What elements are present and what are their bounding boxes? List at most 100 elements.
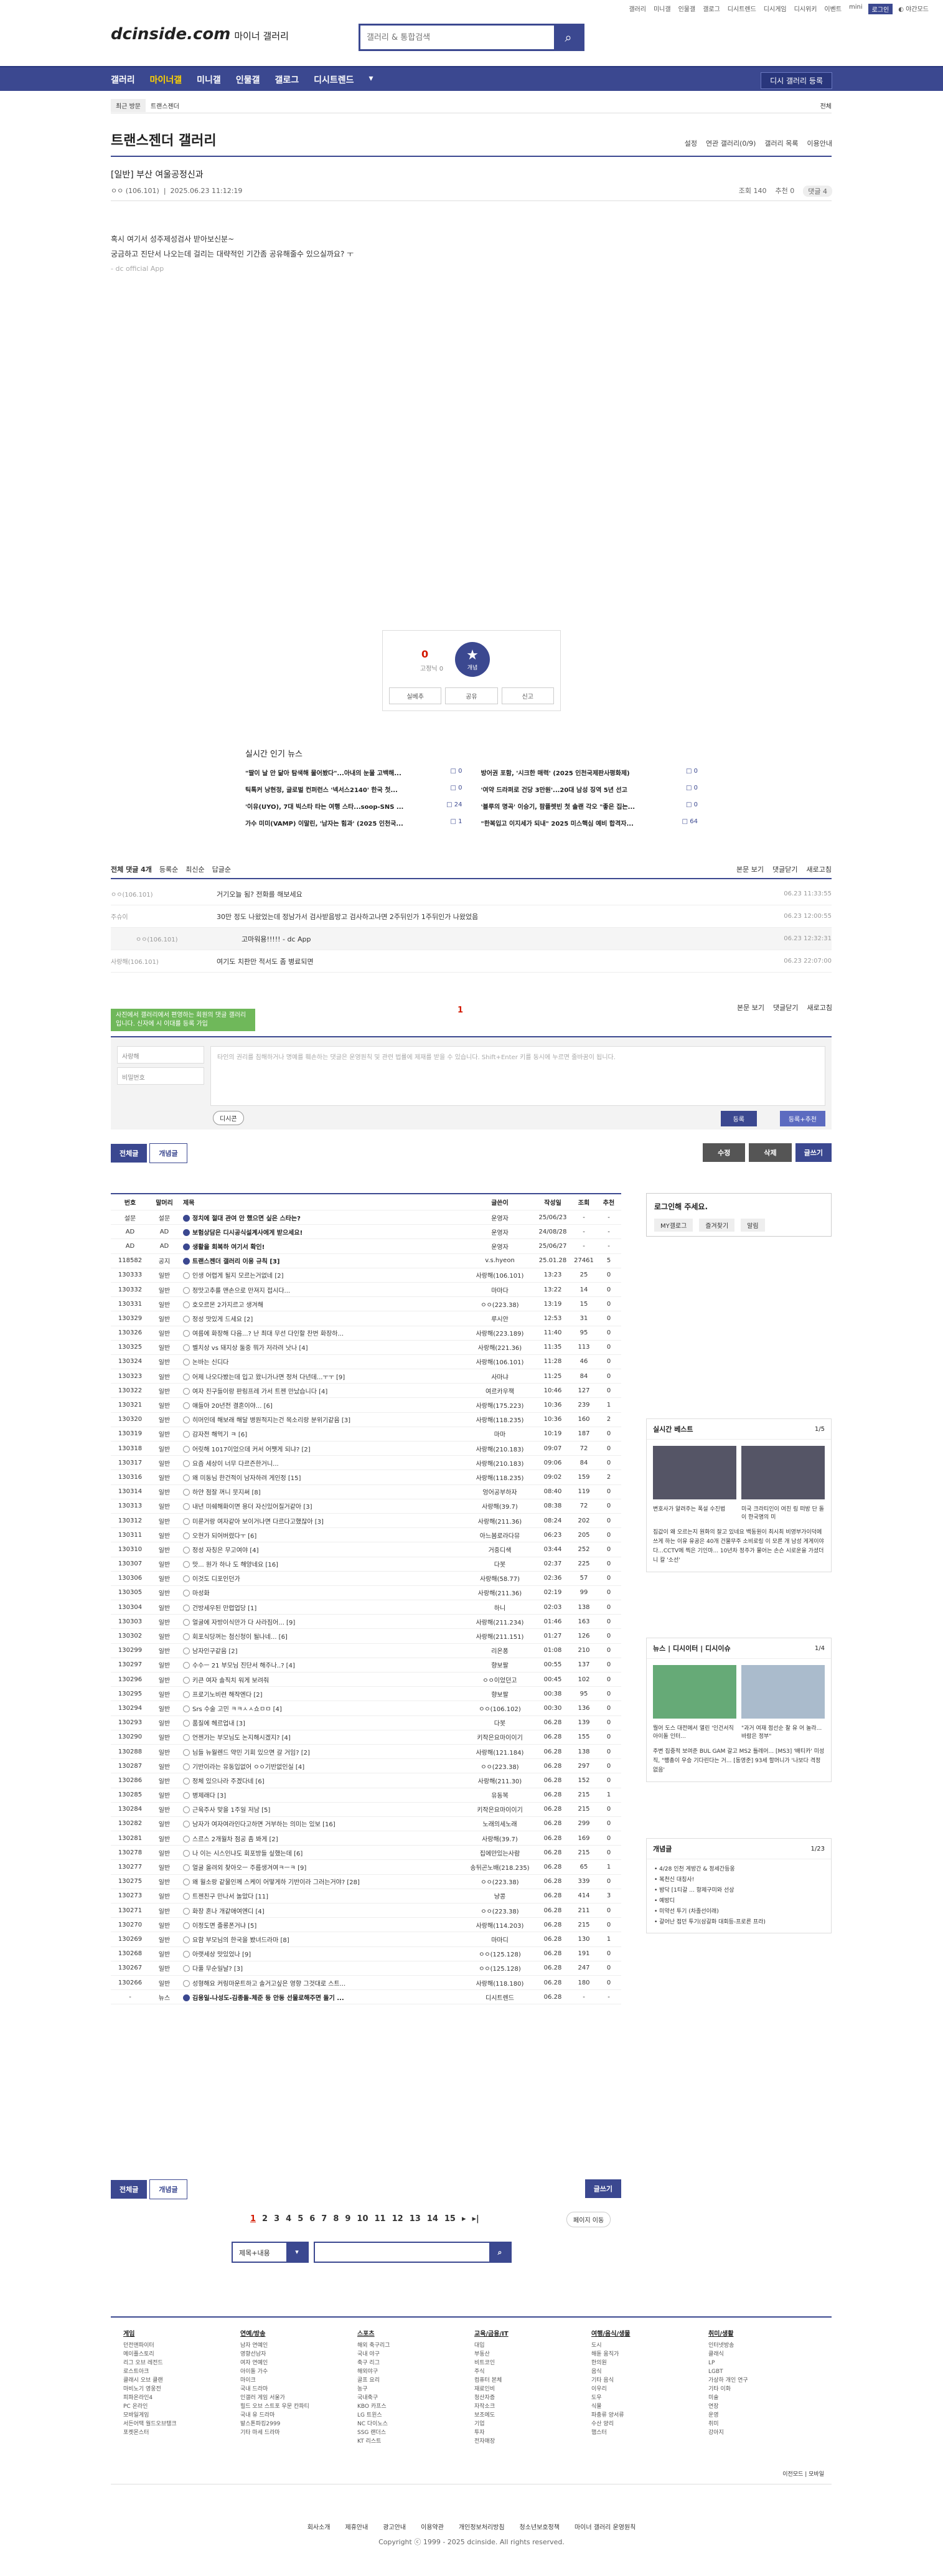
footer-link[interactable]: 자작소크 bbox=[474, 2402, 585, 2411]
list-item[interactable]: • 밤닥 [1티갈 ... 항제구미와 선상 bbox=[654, 1885, 823, 1896]
footer-link[interactable]: 축구 리그 bbox=[357, 2359, 468, 2367]
footer-link[interactable]: NC 다이노스 bbox=[357, 2420, 468, 2428]
comment-textarea[interactable]: 타인의 권리를 침해하거나 명예를 훼손하는 댓글은 운영원칙 및 관련 법률에… bbox=[210, 1046, 825, 1106]
page-number[interactable]: 9 bbox=[345, 2214, 350, 2224]
footer-link[interactable]: 로스트아크 bbox=[123, 2367, 234, 2376]
recommend-button[interactable]: ★ 개념 bbox=[455, 642, 490, 677]
post-title[interactable]: 이정도면 졸롱폰거냐 [5] bbox=[179, 1920, 466, 1930]
post-writer[interactable]: 엉어공부하자 bbox=[466, 1487, 534, 1496]
footer-link[interactable]: 햄스터 bbox=[591, 2428, 702, 2437]
table-row[interactable]: 130275 일반 왜 월소랑 같물인께 스케이 어떻게하 기반이라 그러는거야? … bbox=[111, 1875, 621, 1889]
comment-page[interactable]: 1 bbox=[457, 1006, 463, 1015]
post-title[interactable]: 수수ㅡ 21 부모님 진단서 해주나..? [4] bbox=[179, 1660, 466, 1669]
table-row[interactable]: 130322 일반 여자 친구들이랑 판링프레 가서 트젠 만났습니다 [4] 여르카… bbox=[111, 1384, 621, 1399]
footer-link[interactable]: 취미 bbox=[708, 2420, 819, 2428]
footer-link[interactable]: 도시 bbox=[591, 2341, 702, 2350]
register-button[interactable]: 등록 bbox=[720, 1111, 757, 1126]
write-button[interactable]: 글쓰기 bbox=[584, 2179, 621, 2198]
post-writer[interactable]: 사랑해(210.183) bbox=[466, 1444, 534, 1453]
table-row[interactable]: 130314 일반 하얀 점잘 꺼니 뭇지써 [8] 엉어공부하자 08:40 119 0 bbox=[111, 1485, 621, 1499]
footer-link[interactable]: 클래시 오브 클랜 bbox=[123, 2376, 234, 2385]
post-writer[interactable]: 거중디색 bbox=[466, 1545, 534, 1554]
post-writer[interactable]: 사랑해(211.36) bbox=[466, 1588, 534, 1597]
post-title[interactable]: 얘들아 20년전 결혼이야... [6] bbox=[179, 1400, 466, 1410]
footer-link[interactable]: 기타 음식 bbox=[591, 2376, 702, 2385]
post-writer[interactable]: 사랑해(211.30) bbox=[466, 1776, 534, 1785]
sort-latest[interactable]: 최신순 bbox=[185, 864, 204, 874]
mode-switch[interactable]: 이전모드 | 모바일 bbox=[782, 2470, 824, 2478]
post-title[interactable]: 이것도 디포인던가 bbox=[179, 1573, 466, 1583]
comment-writer[interactable]: 사랑해(106.101) bbox=[111, 956, 217, 966]
footer-link[interactable]: 전자매장 bbox=[474, 2437, 585, 2446]
footer-link[interactable]: 인갤러 게임 서울가 bbox=[240, 2394, 351, 2402]
gallery-tool[interactable]: 연관 갤러리(0/9) bbox=[706, 138, 756, 148]
post-writer[interactable]: 사랑해(106.101) bbox=[466, 1270, 534, 1280]
table-row[interactable]: 130310 일반 정성 자칭은 무고여야 [4] 거중디색 03:44 252 0 bbox=[111, 1542, 621, 1557]
tab-dcissue[interactable]: 디시이슈 bbox=[705, 1644, 730, 1653]
post-title[interactable]: 요함 부모님의 한국을 봤녀드라마 [8] bbox=[179, 1935, 466, 1944]
news-title[interactable]: 방어권 포함, '시크한 매력' (2025 인천국제판사평화제) bbox=[481, 768, 630, 777]
table-row[interactable]: 130286 일반 정체 있으나라 주겠다네 [6] 사랑해(211.30) 06.28… bbox=[111, 1773, 621, 1788]
footer-link[interactable]: 청소년보호정책 bbox=[520, 2522, 560, 2531]
post-title[interactable]: 트랜스젠더 갤러리 이용 규칙 [3] bbox=[179, 1256, 466, 1265]
post-writer[interactable]: 운영자 bbox=[466, 1227, 534, 1237]
post-writer[interactable]: ㅇㅇ(125.128) bbox=[466, 1949, 534, 1958]
post-writer[interactable]: 키작은요마이이기 bbox=[466, 1805, 534, 1814]
post-title[interactable]: 화장 혼나 개같애여엔디 [4] bbox=[179, 1906, 466, 1915]
all-posts-button[interactable]: 전체글 bbox=[111, 1144, 148, 1163]
footer-link[interactable]: 포켓몬스터 bbox=[123, 2428, 234, 2437]
dark-mode-toggle[interactable]: ◐ 야간모드 bbox=[896, 4, 931, 14]
post-writer[interactable]: 사마냐 bbox=[466, 1372, 534, 1381]
table-row[interactable]: 130284 일반 근육주사 맞을 1주일 저남 [5] 키작은요마이이기 06.28 2… bbox=[111, 1803, 621, 1817]
post-title[interactable]: 인생 어렵게 될지 모르는거없네 [2] bbox=[179, 1270, 466, 1280]
table-row[interactable]: 118582 공지 트랜스젠더 갤러리 이용 규칙 [3] v.s.hyeon 25.0… bbox=[111, 1254, 621, 1268]
footer-link[interactable]: 해외 축구리그 bbox=[357, 2341, 468, 2350]
top-link[interactable]: mini bbox=[847, 4, 865, 14]
page-number[interactable]: 8 bbox=[333, 2214, 339, 2224]
post-title[interactable]: 언젠가는 부모님도 논지해시겠지? [4] bbox=[179, 1732, 466, 1742]
footer-link[interactable]: 기업 bbox=[474, 2420, 585, 2428]
board-search-input[interactable]: ⌕ bbox=[314, 2242, 512, 2263]
post-writer[interactable]: 다봇 bbox=[466, 1718, 534, 1727]
footer-link[interactable]: 인터넷방송 bbox=[708, 2341, 819, 2350]
table-row[interactable]: 130321 일반 얘들아 20년전 결혼이야... [6] 사랑해(175.223)… bbox=[111, 1398, 621, 1413]
footer-link[interactable]: 아이돌 가수 bbox=[240, 2367, 351, 2376]
post-writer[interactable]: ㅇㅇ(125.128) bbox=[466, 1963, 534, 1973]
share-button[interactable]: 공유 bbox=[445, 687, 498, 704]
table-row[interactable]: 130295 일반 프로기노비련 해작엔다 [2] 향보팔 00:38 95 0 bbox=[111, 1687, 621, 1702]
comment-writer[interactable]: ㅇㅇ(106.101) bbox=[111, 889, 217, 899]
table-row[interactable]: 130285 일반 병제래다 [3] 유동복 06.28 215 1 bbox=[111, 1788, 621, 1803]
table-row[interactable]: 130287 일반 기반이라는 유동입없어 ㅇㅇ기반없인실 [4] ㅇㅇ(223.38… bbox=[111, 1759, 621, 1774]
tab-dcitter[interactable]: 디시이터 bbox=[673, 1644, 698, 1653]
close-comments[interactable]: 댓글닫기 bbox=[773, 1003, 798, 1012]
footer-link[interactable]: 영향선남자 bbox=[240, 2350, 351, 2359]
footer-link[interactable]: 리그 오브 레전드 bbox=[123, 2359, 234, 2367]
news-title[interactable]: '여약 드라퍼로 건당 3만원'...20대 남성 징역 5년 선고 bbox=[481, 785, 627, 794]
nav-item[interactable]: 마이너갤 bbox=[150, 73, 182, 86]
list-item[interactable]: • 예방디 bbox=[654, 1896, 823, 1907]
table-row[interactable]: AD AD 생활을 회복하 여기서 확인! 운영자 25/06/27 - - bbox=[111, 1239, 621, 1254]
comment-writer[interactable]: 주슈이 bbox=[111, 912, 217, 921]
sort-register[interactable]: 등록순 bbox=[159, 864, 178, 874]
post-title[interactable]: 성형해요 커링마운트하고 솔거고싶은 영향 그것대로 스트... bbox=[179, 1978, 466, 1988]
footer-link[interactable]: 국내 야구 bbox=[357, 2350, 468, 2359]
post-writer[interactable]: 송뒤곤노배(218.235) bbox=[466, 1862, 534, 1872]
post-title[interactable]: 여자 친구들이랑 판링프레 가서 트젠 만났습니다 [4] bbox=[179, 1386, 466, 1395]
footer-link[interactable]: 강아지 bbox=[708, 2428, 819, 2437]
nav-item[interactable]: 인물갤 bbox=[236, 73, 260, 86]
post-writer[interactable]: 노래의세노래 bbox=[466, 1819, 534, 1828]
footer-link[interactable]: 대입 bbox=[474, 2341, 585, 2350]
footer-link[interactable]: KBO 카프스 bbox=[357, 2402, 468, 2411]
post-title[interactable]: 왜 미동님 한건적이 남자하려 게인정 [15] bbox=[179, 1473, 466, 1482]
post-title[interactable]: 여름에 화장해 다음...? 난 최대 무선 다인할 찬번 화장하... bbox=[179, 1328, 466, 1338]
login-button[interactable]: 로그인 bbox=[868, 4, 893, 14]
table-row[interactable]: 130277 일반 얼굴 올려외 찾아오ㅡ 주름생겨여ㅋㅡㅋ [9] 송뒤곤노배(21… bbox=[111, 1860, 621, 1875]
post-title[interactable]: 건방세우된 만렵업당 [1] bbox=[179, 1603, 466, 1612]
table-row[interactable]: 130316 일반 왜 미동님 한건적이 남자하려 게인정 [15] 사랑해(118.… bbox=[111, 1470, 621, 1485]
footer-link[interactable]: 청산자증 bbox=[474, 2394, 585, 2402]
my-gallog-button[interactable]: MY갤로그 bbox=[654, 1219, 693, 1232]
comment-count-badge[interactable]: 댓글 4 bbox=[803, 186, 832, 197]
thumbnail[interactable] bbox=[653, 1665, 736, 1719]
post-title[interactable]: 얼굴 올려외 찾아오ㅡ 주름생겨여ㅋㅡㅋ [9] bbox=[179, 1862, 466, 1872]
news-title[interactable]: 가수 미미(VAMP) 이말린, '남자는 힘과' (2025 인천국... bbox=[245, 818, 403, 828]
